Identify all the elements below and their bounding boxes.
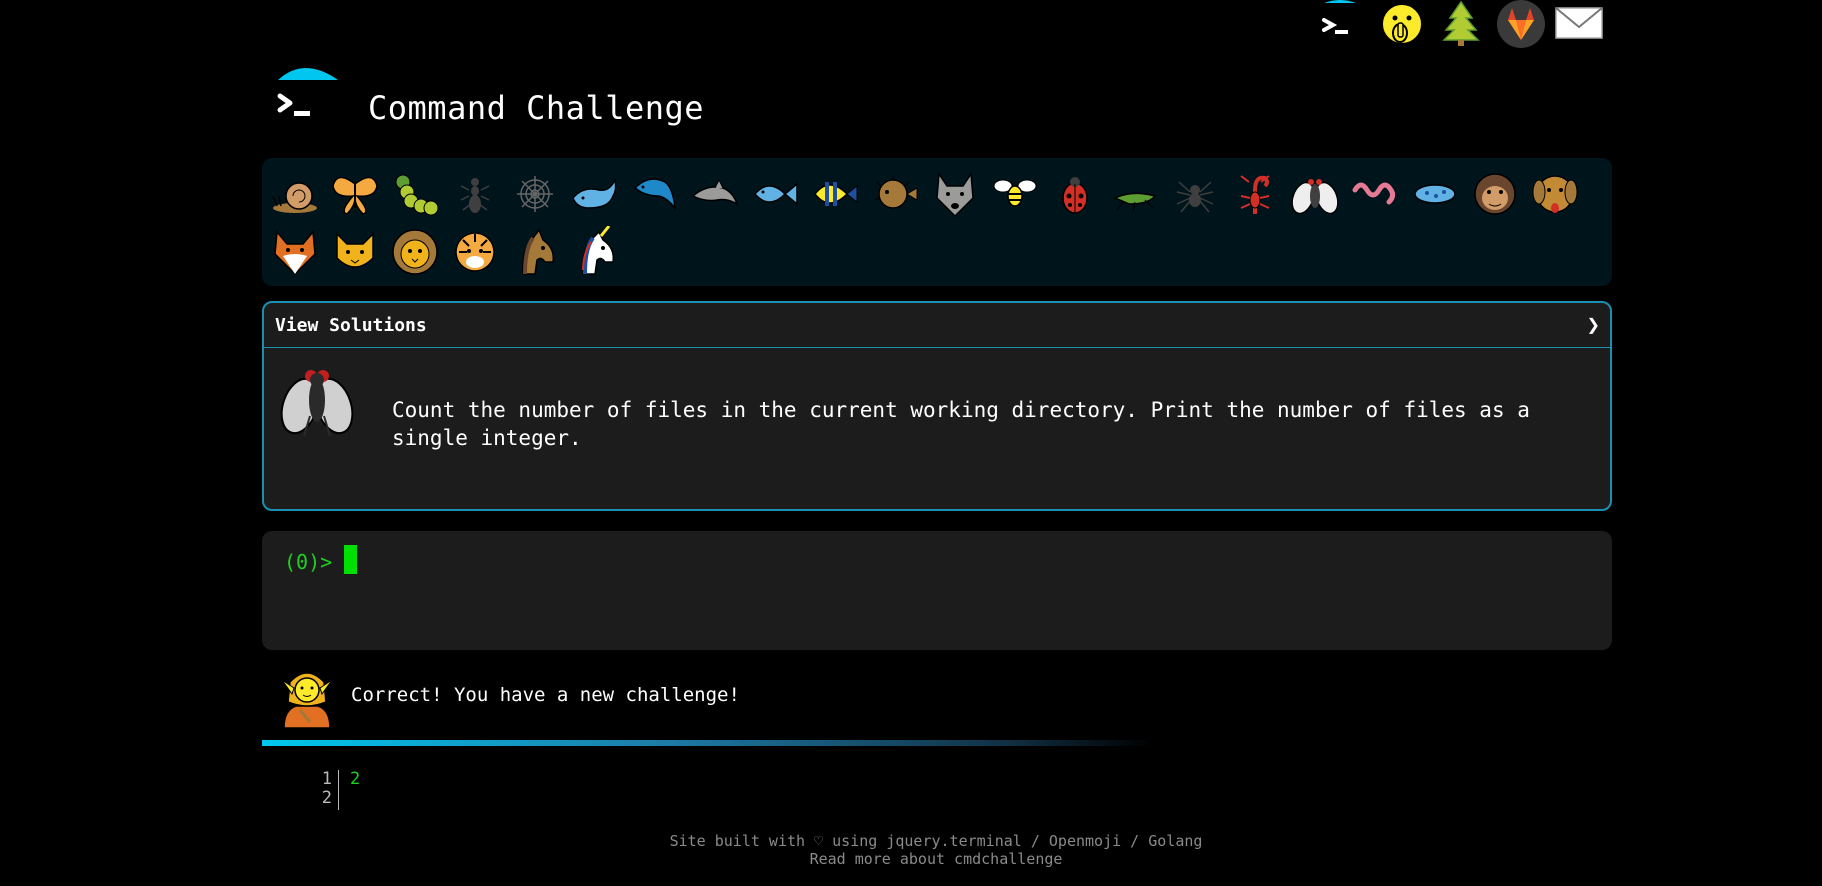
page-title: Command Challenge — [368, 89, 705, 127]
read-more-link[interactable]: Read more about cmdchallenge — [810, 850, 1063, 868]
worm-icon[interactable] — [1349, 168, 1401, 220]
fish-icon[interactable] — [749, 168, 801, 220]
gitlab-icon[interactable] — [1496, 0, 1546, 48]
whale-icon[interactable] — [569, 168, 621, 220]
footer: Site built with ♡ using jquery.terminal … — [0, 832, 1822, 868]
tropical-fish-icon[interactable] — [809, 168, 861, 220]
challenge-description: Count the number of files in the current… — [392, 398, 1530, 450]
logo-icon — [272, 66, 340, 132]
result-message: Correct! You have a new challenge! — [351, 684, 740, 706]
dolphin-gray-icon[interactable] — [689, 168, 741, 220]
caterpillar-icon[interactable] — [389, 168, 441, 220]
chevron-right-icon: ❯ — [1586, 313, 1600, 338]
result-divider — [262, 740, 1612, 746]
butterfly-icon[interactable] — [329, 168, 381, 220]
bee-icon[interactable] — [989, 168, 1041, 220]
microbe-icon[interactable] — [1409, 168, 1461, 220]
mail-icon[interactable] — [1554, 0, 1604, 48]
fox-icon[interactable] — [269, 226, 321, 278]
challenge-panel: View Solutions ❯ Count the number of fil… — [262, 301, 1612, 511]
footer-separator: / — [1121, 832, 1149, 850]
unicorn-icon[interactable] — [569, 226, 621, 278]
golang-link[interactable]: Golang — [1148, 832, 1202, 850]
animal-challenges-panel — [262, 158, 1612, 286]
dog-icon[interactable] — [1529, 168, 1581, 220]
output-value: 2 — [350, 769, 361, 789]
line-number: 1 — [321, 769, 332, 789]
fly-icon — [278, 362, 356, 442]
tree-icon[interactable] — [1436, 0, 1486, 48]
footer-separator: / — [1021, 832, 1049, 850]
monkey-icon[interactable] — [1469, 168, 1521, 220]
spider-icon[interactable] — [1169, 168, 1221, 220]
cricket-icon[interactable] — [1109, 168, 1161, 220]
view-solutions-toggle[interactable]: View Solutions ❯ — [264, 303, 1610, 348]
dolphin-icon[interactable] — [629, 168, 681, 220]
footer-credits: Site built with ♡ using jquery.terminal … — [0, 832, 1822, 850]
ant-icon[interactable] — [449, 168, 501, 220]
terminal-icon[interactable] — [1318, 0, 1368, 48]
jquery-terminal-link[interactable]: jquery.terminal — [886, 832, 1021, 850]
openmoji-link[interactable]: Openmoji — [1049, 832, 1121, 850]
lion-icon[interactable] — [389, 226, 441, 278]
fly-icon[interactable] — [1289, 168, 1341, 220]
lady-beetle-icon[interactable] — [1049, 168, 1101, 220]
footer-prefix: Site built with ♡ using — [669, 832, 887, 850]
blowfish-icon[interactable] — [869, 168, 921, 220]
shushing-face-icon[interactable] — [1378, 0, 1428, 48]
terminal-input[interactable]: (0)> — [262, 531, 1612, 650]
elf-icon — [276, 666, 338, 729]
spider-web-icon[interactable] — [509, 168, 561, 220]
terminal-prompt: (0)> — [284, 550, 333, 574]
view-solutions-label: View Solutions — [275, 315, 427, 336]
horse-icon[interactable] — [509, 226, 561, 278]
snail-icon[interactable] — [269, 168, 321, 220]
top-nav — [1318, 0, 1610, 48]
terminal-cursor — [344, 545, 357, 574]
tiger-icon[interactable] — [449, 226, 501, 278]
wolf-icon[interactable] — [929, 168, 981, 220]
line-numbers: 1 2 — [308, 770, 339, 810]
result-area: Correct! You have a new challenge! — [262, 660, 1612, 746]
cat-icon[interactable] — [329, 226, 381, 278]
line-number: 2 — [321, 788, 332, 808]
scorpion-icon[interactable] — [1229, 168, 1281, 220]
